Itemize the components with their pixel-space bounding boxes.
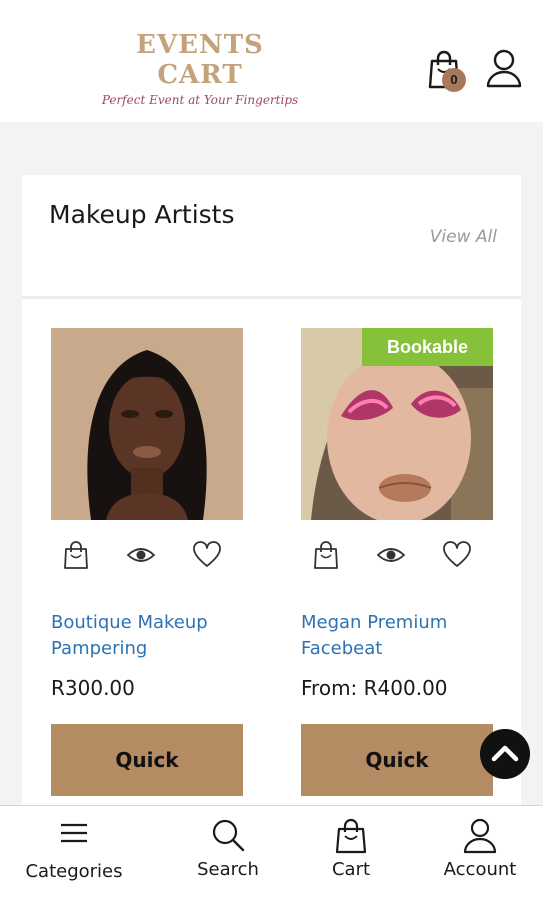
product-name-line: Pampering bbox=[51, 638, 148, 659]
logo[interactable]: EVENTS CART Perfect Event at Your Finger… bbox=[95, 30, 305, 108]
product-image[interactable]: Bookable bbox=[301, 328, 493, 520]
bottom-navigation: Categories Search Cart Account bbox=[0, 805, 543, 900]
nav-label: Account bbox=[443, 859, 517, 880]
nav-label: Cart bbox=[331, 859, 371, 880]
scroll-to-top-button[interactable] bbox=[480, 729, 530, 779]
quick-view-eye-icon[interactable] bbox=[126, 540, 156, 570]
quick-view-button[interactable]: Quick bbox=[301, 724, 493, 796]
product-price: R300.00 bbox=[51, 676, 135, 700]
header-account-icon[interactable] bbox=[485, 48, 523, 88]
logo-tagline: Perfect Event at Your Fingertips bbox=[101, 93, 299, 107]
logo-title: EVENTS CART bbox=[136, 30, 264, 90]
nav-item-categories[interactable]: Categories bbox=[10, 806, 138, 900]
search-icon bbox=[212, 819, 245, 852]
quick-view-eye-icon[interactable] bbox=[376, 540, 406, 570]
add-to-cart-icon[interactable] bbox=[61, 540, 91, 570]
section-divider bbox=[22, 296, 521, 299]
app-header: EVENTS CART Perfect Event at Your Finger… bbox=[0, 0, 543, 122]
menu-icon bbox=[61, 823, 87, 843]
product-name-line: Megan Premium bbox=[301, 612, 448, 633]
user-icon bbox=[463, 818, 497, 854]
product-price: From: R400.00 bbox=[301, 676, 448, 700]
section-title: Makeup Artists bbox=[49, 200, 235, 229]
product-name-link[interactable]: Megan Premium Facebeat bbox=[301, 610, 494, 662]
wishlist-heart-icon[interactable] bbox=[192, 540, 222, 570]
product-card: Bookable Megan Premium Facebeat From: R4… bbox=[301, 328, 494, 796]
view-all-link[interactable]: View All bbox=[430, 227, 497, 247]
nav-label: Search bbox=[197, 859, 259, 880]
makeup-artists-section: Makeup Artists View All Boutique Makeup … bbox=[22, 175, 521, 805]
nav-item-cart[interactable]: Cart bbox=[300, 806, 402, 900]
product-actions bbox=[301, 540, 494, 580]
product-actions bbox=[51, 540, 244, 580]
cart-count-badge: 0 bbox=[442, 68, 466, 92]
nav-item-search[interactable]: Search bbox=[165, 806, 291, 900]
product-image[interactable] bbox=[51, 328, 243, 520]
nav-item-account[interactable]: Account bbox=[420, 806, 540, 900]
wishlist-heart-icon[interactable] bbox=[442, 540, 472, 570]
product-card: Boutique Makeup Pampering R300.00 Quick bbox=[51, 328, 244, 796]
add-to-cart-icon[interactable] bbox=[311, 540, 341, 570]
quick-view-button[interactable]: Quick bbox=[51, 724, 243, 796]
bookable-badge: Bookable bbox=[362, 328, 493, 366]
product-name-link[interactable]: Boutique Makeup Pampering bbox=[51, 610, 244, 662]
product-name-line: Facebeat bbox=[301, 638, 383, 659]
nav-label: Categories bbox=[25, 861, 123, 882]
product-name-line: Boutique Makeup bbox=[51, 612, 208, 633]
shopping-bag-icon bbox=[335, 818, 367, 854]
